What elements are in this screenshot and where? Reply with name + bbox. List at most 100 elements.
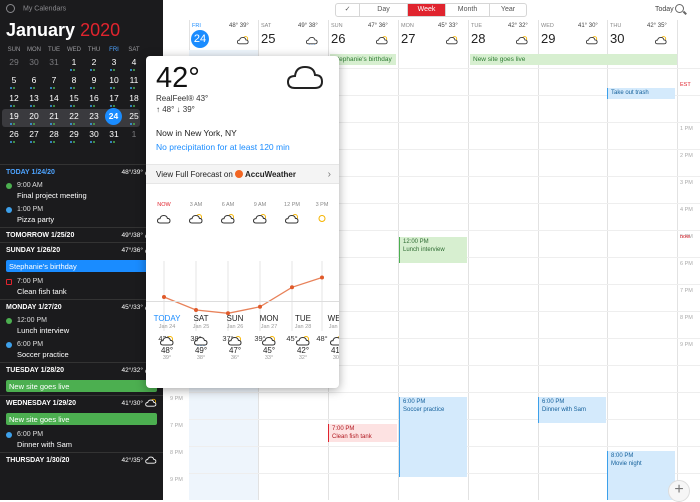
agenda-event[interactable]: 1:00 PM Pizza party: [0, 203, 163, 227]
all-day-event[interactable]: New site goes live: [470, 54, 677, 65]
mini-cal-day[interactable]: 27: [26, 129, 42, 140]
agenda-event[interactable]: 9:00 AM Final project meeting: [0, 179, 163, 203]
daily-forecast-item[interactable]: TUE Jan 28 42° 32°: [286, 314, 320, 361]
mini-cal-day[interactable]: 17: [106, 93, 122, 104]
agenda-event[interactable]: 7:00 PM Clean fish tank: [0, 275, 163, 299]
mini-cal-day[interactable]: 18: [126, 93, 142, 104]
full-forecast-link[interactable]: View Full Forecast on AccuWeather ›: [146, 164, 339, 184]
agenda-event[interactable]: 6:00 PM Soccer practice: [0, 338, 163, 362]
agenda-day-header[interactable]: WEDNESDAY 1/29/20 41°/30°: [0, 395, 163, 410]
mini-cal-day[interactable]: 7: [46, 75, 62, 86]
day-column-header[interactable]: MON 27 45° 33°: [398, 20, 467, 50]
temperature-line: [163, 276, 323, 314]
today-button[interactable]: Today: [655, 6, 674, 13]
partly-cloudy-icon: [515, 32, 528, 45]
mini-cal-day[interactable]: 26: [6, 129, 22, 140]
day-column-header[interactable]: THU 30 42° 35°: [607, 20, 676, 50]
mini-cal-day[interactable]: 29: [66, 129, 82, 140]
add-event-button[interactable]: +: [668, 480, 690, 502]
all-day-event[interactable]: Stephanie's birthday: [6, 260, 157, 272]
mini-cal-day[interactable]: 1: [126, 129, 142, 140]
event-dots: [130, 123, 140, 125]
mini-cal-day[interactable]: 15: [66, 93, 82, 104]
mini-cal-day[interactable]: 4: [126, 57, 142, 68]
event-dots: [10, 141, 20, 143]
all-day-event[interactable]: New site goes live: [6, 380, 157, 392]
calendar-event[interactable]: 6:00 PM Soccer practice: [399, 397, 467, 477]
mini-cal-day[interactable]: 25: [126, 111, 142, 122]
mini-cal-day-today[interactable]: 24: [105, 108, 122, 125]
search-icon[interactable]: [675, 4, 684, 13]
mini-cal-day[interactable]: 8: [66, 75, 82, 86]
agenda-day-header[interactable]: TUESDAY 1/28/20 42°/32°: [0, 362, 163, 377]
view-week-button[interactable]: Week: [408, 4, 446, 16]
checkmark-icon[interactable]: ✓: [336, 4, 360, 16]
mini-cal-day[interactable]: 1: [66, 57, 82, 68]
temperature-point: [320, 275, 324, 280]
partly-cloudy-icon: [188, 211, 203, 229]
event-dots: [30, 105, 40, 107]
mini-cal-day[interactable]: 10: [106, 75, 122, 86]
daily-forecast-item[interactable]: MON Jan 27 45° 33°: [252, 314, 286, 361]
calendars-header[interactable]: My Calendars: [6, 4, 66, 13]
mini-cal-day[interactable]: 28: [46, 129, 62, 140]
partly-cloudy-icon: [284, 211, 299, 229]
hourly-time: 3 PM: [315, 202, 329, 208]
mini-cal-day[interactable]: 30: [86, 129, 102, 140]
mini-cal-day[interactable]: 5: [6, 75, 22, 86]
mini-cal-day[interactable]: 13: [26, 93, 42, 104]
agenda-event[interactable]: 6:00 PM Dinner with Sam: [0, 428, 163, 452]
gear-icon[interactable]: [6, 4, 15, 13]
calendar-event[interactable]: 7:00 PM Clean fish tank: [328, 424, 397, 442]
hourly-time: 9 AM: [253, 202, 267, 208]
agenda-day-header[interactable]: SUNDAY 1/26/20 47°/36°: [0, 242, 163, 257]
mini-cal-day[interactable]: 23: [86, 111, 102, 122]
mini-cal-day[interactable]: 31: [106, 129, 122, 140]
mini-cal-day[interactable]: 29: [6, 57, 22, 68]
mini-cal-day[interactable]: 19: [6, 111, 22, 122]
day-column-header[interactable]: WED 29 41° 30°: [538, 20, 607, 50]
sidebar: My Calendars January 2020 SUN MON TUE WED TH…: [0, 0, 163, 500]
mini-cal-day[interactable]: 30: [26, 57, 42, 68]
daily-forecast-item[interactable]: WEDJan 2941°30°: [320, 314, 339, 361]
agenda-day-header[interactable]: TODAY 1/24/20 48°/39°: [0, 164, 163, 179]
mini-cal-day[interactable]: 31: [46, 57, 62, 68]
all-day-event[interactable]: Stephanie's birthday: [330, 54, 396, 65]
mini-cal-day[interactable]: 22: [66, 111, 82, 122]
day-column-header[interactable]: FRI 24 48° 39°: [189, 20, 258, 50]
event-color-dot: [6, 183, 12, 189]
daily-forecast-item[interactable]: TODAY Jan 24 48° 39°: [150, 314, 184, 361]
mini-cal-day[interactable]: 6: [26, 75, 42, 86]
day-column-header[interactable]: TUE 28 42° 32°: [468, 20, 537, 50]
my-calendars-label[interactable]: My Calendars: [23, 5, 66, 12]
day-column-header[interactable]: SAT 25 49° 38°: [258, 20, 327, 50]
high-low-text: ↑ 48° ↓ 39°: [156, 105, 195, 114]
agenda-day-header[interactable]: MONDAY 1/27/20 45°/33°: [0, 299, 163, 314]
calendar-event[interactable]: 8:00 PM Movie night: [607, 451, 675, 500]
mini-cal-day[interactable]: 16: [86, 93, 102, 104]
mini-cal-day[interactable]: 3: [106, 57, 122, 68]
daily-forecast-item[interactable]: SUN Jan 26 47° 36°: [218, 314, 252, 361]
agenda-day-header[interactable]: THURSDAY 1/30/20 42°/35°: [0, 452, 163, 467]
mini-cal-day[interactable]: 14: [46, 93, 62, 104]
day-column-header[interactable]: SUN 26 47° 36°: [328, 20, 397, 50]
mini-cal-day[interactable]: 12: [6, 93, 22, 104]
calendar-event[interactable]: Take out trash: [607, 88, 675, 99]
calendar-event[interactable]: 6:00 PM Dinner with Sam: [538, 397, 606, 423]
view-month-button[interactable]: Month: [446, 4, 490, 16]
mini-cal-day[interactable]: 11: [126, 75, 142, 86]
view-day-button[interactable]: Day: [360, 4, 408, 16]
mini-cal-day[interactable]: 9: [86, 75, 102, 86]
all-day-event[interactable]: New site goes live: [6, 413, 157, 425]
mini-cal-day[interactable]: 21: [46, 111, 62, 122]
event-dots: [130, 105, 140, 107]
agenda-event[interactable]: 12:00 PM Lunch interview: [0, 314, 163, 338]
mini-cal-day[interactable]: 2: [86, 57, 102, 68]
calendar-event[interactable]: 12:00 PM Lunch interview: [399, 237, 467, 263]
view-year-button[interactable]: Year: [490, 4, 526, 16]
mini-cal-day[interactable]: 20: [26, 111, 42, 122]
agenda-day-header[interactable]: TOMORROW 1/25/20 49°/38°: [0, 227, 163, 242]
rain-cloud-icon: [305, 32, 318, 45]
event-color-dot: [6, 342, 12, 348]
daily-forecast-item[interactable]: SAT Jan 25 49° 38°: [184, 314, 218, 361]
